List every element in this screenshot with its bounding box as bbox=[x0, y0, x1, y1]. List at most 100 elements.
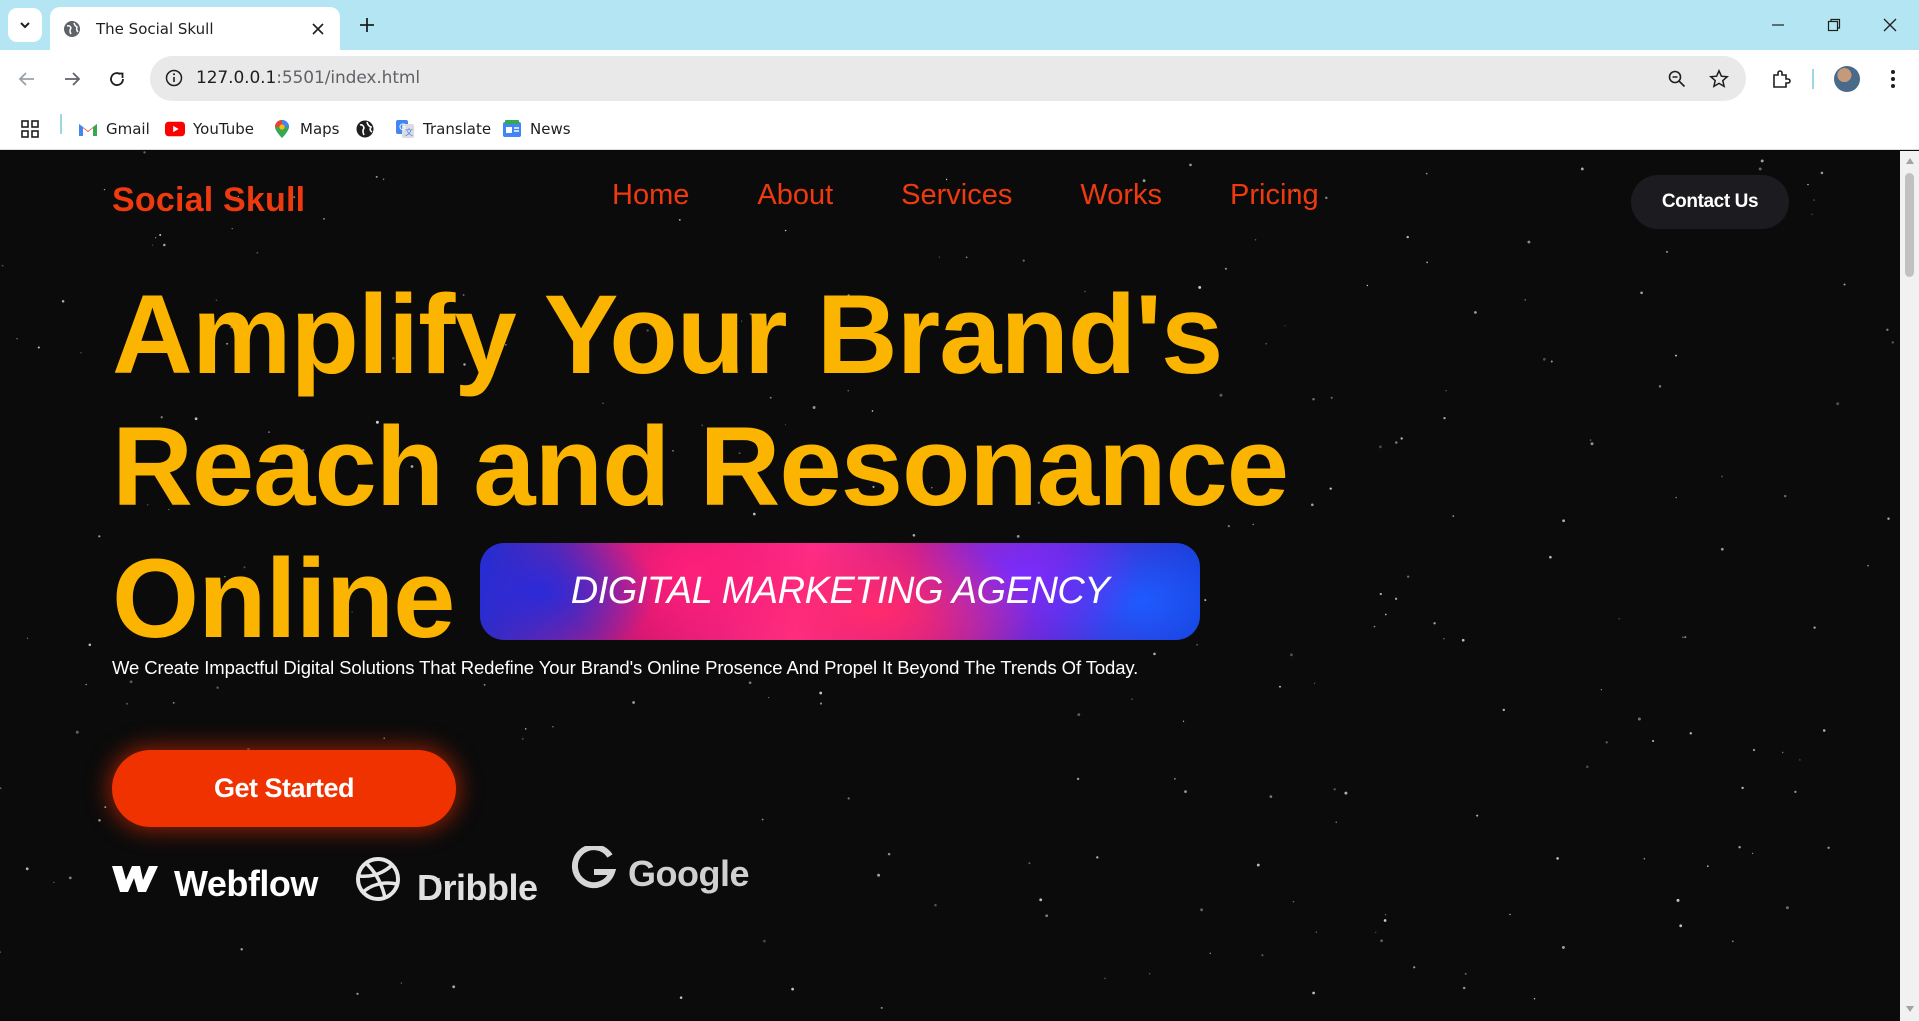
brand-webflow: Webflow bbox=[112, 853, 318, 905]
bookmark-globe[interactable] bbox=[355, 115, 383, 143]
minimize-icon bbox=[1772, 24, 1784, 26]
star-dot bbox=[1524, 299, 1526, 301]
brand-google: Google bbox=[570, 845, 750, 895]
page-viewport: Social Skull Home About Services Works P… bbox=[0, 151, 1900, 1021]
star-dot bbox=[231, 227, 233, 230]
star-dot bbox=[85, 683, 87, 686]
tab-strip: The Social Skull bbox=[0, 0, 1919, 50]
star-dot bbox=[1313, 682, 1316, 684]
star-dot bbox=[1813, 626, 1816, 629]
star-dot bbox=[1312, 991, 1315, 995]
forward-button[interactable] bbox=[56, 63, 88, 95]
close-window-button[interactable] bbox=[1862, 0, 1918, 50]
bookmark-translate[interactable]: G文 Translate bbox=[395, 115, 491, 143]
url-text: 127.0.0.1:5501/index.html bbox=[196, 68, 420, 88]
info-icon[interactable] bbox=[162, 66, 186, 90]
brand-name: Google bbox=[628, 853, 750, 894]
star-dot bbox=[1783, 494, 1787, 498]
star-dot bbox=[1344, 791, 1348, 795]
bookmark-youtube[interactable]: YouTube bbox=[165, 115, 254, 143]
bookmark-label: Maps bbox=[300, 120, 340, 138]
star-dot bbox=[126, 702, 128, 705]
address-bar[interactable]: 127.0.0.1:5501/index.html bbox=[150, 56, 1746, 101]
star-dot bbox=[1289, 653, 1293, 657]
star-dot bbox=[1406, 575, 1410, 578]
nav-works[interactable]: Works bbox=[1080, 179, 1162, 212]
star-dot bbox=[1279, 685, 1281, 688]
reload-button[interactable] bbox=[101, 63, 133, 95]
star-dot bbox=[1174, 778, 1176, 780]
star-dot bbox=[61, 300, 65, 303]
star-dot bbox=[1811, 213, 1813, 215]
star-dot bbox=[1256, 863, 1260, 867]
new-tab-button[interactable] bbox=[352, 10, 382, 40]
nav-home[interactable]: Home bbox=[612, 179, 689, 212]
star-dot bbox=[1867, 564, 1869, 567]
star-dot bbox=[1682, 636, 1684, 639]
minimize-button[interactable] bbox=[1750, 0, 1806, 50]
kebab-menu-icon bbox=[1891, 70, 1895, 88]
nav-services[interactable]: Services bbox=[901, 179, 1012, 212]
zoom-icon[interactable] bbox=[1664, 66, 1690, 92]
star-icon[interactable] bbox=[1706, 66, 1732, 92]
back-button[interactable] bbox=[11, 63, 43, 95]
star-dot bbox=[1589, 439, 1592, 441]
page-scrollbar[interactable] bbox=[1900, 151, 1919, 1021]
restore-button[interactable] bbox=[1806, 0, 1862, 50]
menu-button[interactable] bbox=[1876, 62, 1910, 96]
agency-badge: DIGITAL MARKETING AGENCY bbox=[480, 543, 1200, 640]
profile-button[interactable] bbox=[1830, 62, 1864, 96]
star-dot bbox=[383, 737, 386, 740]
star-dot bbox=[1443, 416, 1446, 420]
scroll-thumb[interactable] bbox=[1905, 173, 1914, 277]
star-dot bbox=[1380, 939, 1383, 943]
get-started-button[interactable]: Get Started bbox=[112, 750, 456, 827]
star-dot bbox=[1891, 341, 1894, 344]
star-dot bbox=[1738, 846, 1741, 849]
star-dot bbox=[1706, 865, 1709, 868]
nav-pricing[interactable]: Pricing bbox=[1230, 179, 1319, 212]
puzzle-icon bbox=[1773, 70, 1791, 88]
star-dot bbox=[1741, 786, 1744, 790]
star-dot bbox=[1666, 251, 1668, 253]
star-dot bbox=[1330, 396, 1333, 399]
star-dot bbox=[1200, 908, 1204, 912]
tab-search-button[interactable] bbox=[8, 8, 42, 42]
star-dot bbox=[103, 188, 106, 191]
scroll-up-icon[interactable] bbox=[1904, 155, 1915, 166]
star-dot bbox=[1561, 945, 1565, 949]
bookmark-news[interactable]: News bbox=[502, 115, 571, 143]
star-dot bbox=[1637, 717, 1641, 721]
plus-icon bbox=[360, 18, 374, 32]
star-dot bbox=[1556, 857, 1559, 860]
contact-us-button[interactable]: Contact Us bbox=[1631, 175, 1789, 229]
star-dot bbox=[1720, 547, 1724, 551]
brand-name: Webflow bbox=[174, 863, 318, 904]
site-logo[interactable]: Social Skull bbox=[112, 181, 305, 220]
browser-tab[interactable]: The Social Skull bbox=[50, 7, 340, 50]
scroll-down-icon[interactable] bbox=[1904, 1003, 1915, 1014]
star-dot bbox=[1131, 698, 1133, 700]
star-dot bbox=[154, 237, 157, 239]
extensions-button[interactable] bbox=[1764, 62, 1798, 96]
bookmark-gmail[interactable]: Gmail bbox=[78, 115, 150, 143]
apps-button[interactable] bbox=[20, 115, 40, 143]
close-tab-icon[interactable] bbox=[308, 19, 328, 39]
star-dot bbox=[1333, 788, 1336, 791]
brand-dribbble: Dribble bbox=[355, 849, 538, 909]
star-dot bbox=[767, 696, 770, 699]
star-dot bbox=[382, 178, 385, 180]
star-dot bbox=[1325, 196, 1328, 200]
star-dot bbox=[1684, 636, 1687, 639]
star-dot bbox=[1196, 643, 1199, 646]
star-dot bbox=[75, 730, 79, 734]
bookmarks-divider bbox=[60, 114, 62, 134]
star-dot bbox=[1265, 342, 1268, 345]
browser-toolbar: 127.0.0.1:5501/index.html bbox=[0, 50, 1919, 108]
nav-about[interactable]: About bbox=[757, 179, 833, 212]
star-dot bbox=[1462, 986, 1466, 990]
arrow-right-icon bbox=[65, 72, 81, 86]
bookmark-maps[interactable]: Maps bbox=[272, 115, 339, 143]
star-dot bbox=[1640, 291, 1643, 295]
star-dot bbox=[37, 346, 40, 349]
